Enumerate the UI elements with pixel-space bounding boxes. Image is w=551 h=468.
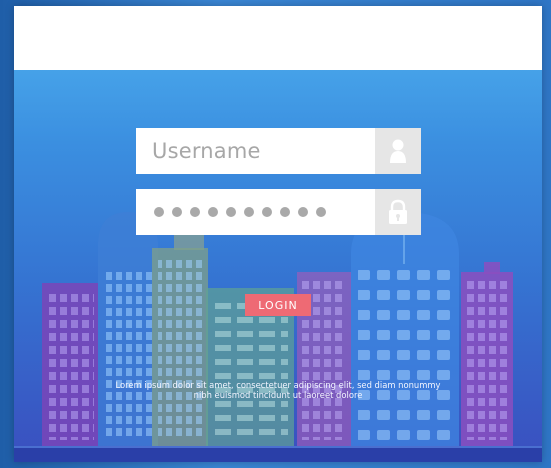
password-mask-dot — [316, 207, 326, 217]
password-mask-dot — [190, 207, 200, 217]
tagline-text: Lorem ipsum dolor sit amet, consectetuer… — [115, 380, 441, 400]
password-mask-dot — [244, 207, 254, 217]
password-field[interactable] — [136, 189, 421, 235]
login-button[interactable]: LOGIN — [245, 294, 311, 316]
login-window: Username LOGIN Lorem ipsum dolor sit ame… — [14, 6, 542, 462]
username-input[interactable]: Username — [136, 139, 375, 163]
password-input[interactable] — [136, 207, 375, 217]
building-dome-tower — [98, 212, 158, 446]
password-mask-dot — [154, 207, 164, 217]
street-line — [14, 446, 542, 448]
username-field[interactable]: Username — [136, 128, 421, 174]
password-mask-dot — [208, 207, 218, 217]
password-mask-dot — [262, 207, 272, 217]
street-ground — [14, 446, 542, 462]
password-mask-dot — [226, 207, 236, 217]
password-mask-dot — [298, 207, 308, 217]
building-left-purple — [42, 283, 98, 446]
user-icon — [375, 128, 421, 174]
password-mask-dot — [172, 207, 182, 217]
building-right-dome — [351, 212, 459, 446]
lock-icon — [375, 189, 421, 235]
building-right-purple — [461, 262, 513, 446]
password-mask-dot — [280, 207, 290, 217]
building-olive — [152, 234, 208, 446]
